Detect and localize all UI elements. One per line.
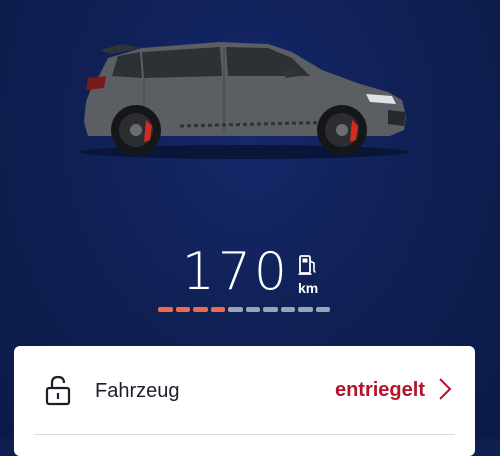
fuel-gauge-segment — [158, 307, 173, 312]
fuel-gauge-segment — [298, 307, 313, 312]
fuel-gauge-segment — [175, 307, 190, 312]
fuel-pump-icon — [298, 255, 316, 275]
range-meta: km — [298, 254, 318, 296]
fuel-gauge-bar — [158, 307, 330, 312]
fuel-gauge-segment — [263, 307, 278, 312]
fuel-gauge-segment — [280, 307, 295, 312]
car-image[interactable] — [70, 30, 420, 165]
range-value: 170 — [181, 242, 291, 302]
fuel-gauge-segment — [315, 307, 330, 312]
status-card: Fahrzeug entriegelt — [14, 346, 475, 456]
fuel-gauge-segment — [245, 307, 260, 312]
lock-status: entriegelt — [334, 379, 425, 401]
range-unit: km — [298, 280, 319, 296]
vehicle-lock-row[interactable]: Fahrzeug entriegelt — [14, 346, 475, 434]
range-display: 170 km — [0, 246, 500, 298]
vehicle-label: Fahrzeug — [95, 380, 180, 402]
unlocked-padlock-icon — [45, 375, 71, 406]
fuel-gauge-segment — [210, 307, 225, 312]
fuel-gauge-segment — [193, 307, 208, 312]
chevron-right-icon[interactable] — [437, 376, 453, 402]
divider — [34, 434, 455, 435]
fuel-gauge-segment — [228, 307, 243, 312]
